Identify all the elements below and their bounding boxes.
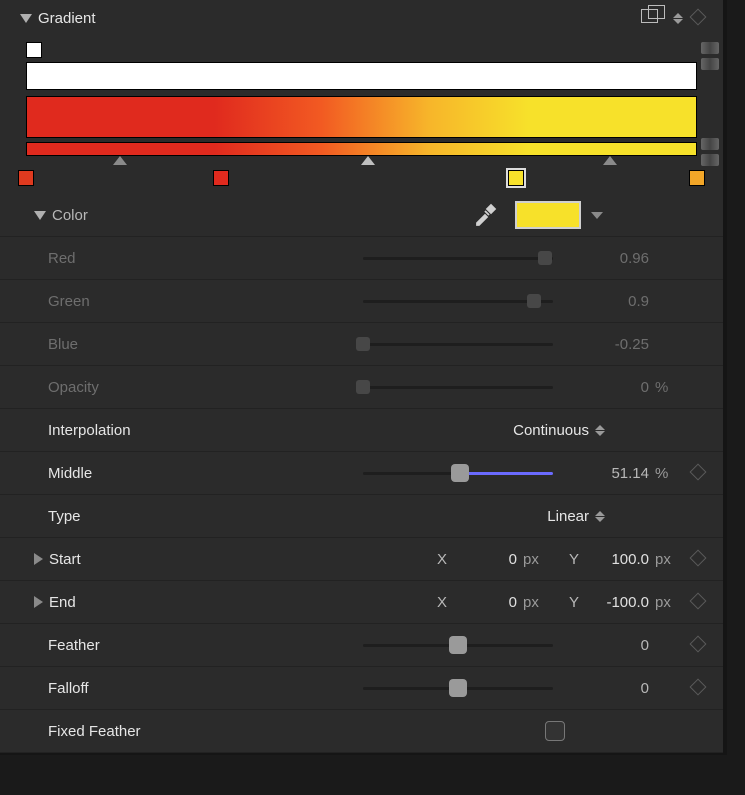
middle-row: Middle 51.14 % (0, 452, 723, 495)
interpolation-stepper-icon[interactable] (595, 425, 605, 436)
opacity-stop[interactable] (26, 42, 42, 58)
end-label: End (49, 594, 76, 611)
opacity-unit: % (649, 379, 683, 396)
fixed-feather-checkbox[interactable] (545, 721, 565, 741)
gradient-preview-bar[interactable] (26, 96, 697, 138)
blue-label: Blue (48, 336, 78, 353)
color-row: Color (0, 194, 723, 237)
falloff-row: Falloff 0 (0, 667, 723, 710)
end-row: End X 0 px Y -100.0 px (0, 581, 723, 624)
chevron-down-icon[interactable] (591, 212, 603, 219)
end-y-unit: px (649, 594, 683, 611)
keyframe-icon[interactable] (690, 592, 707, 609)
y-label: Y (569, 594, 593, 611)
opacity-bar[interactable] (26, 62, 697, 90)
color-stop[interactable] (213, 170, 229, 186)
preset-picker-icon[interactable] (641, 5, 667, 31)
start-label: Start (49, 551, 81, 568)
end-x-unit: px (517, 594, 551, 611)
color-stop[interactable] (689, 170, 705, 186)
keyframe-icon[interactable] (690, 635, 707, 652)
end-y-value[interactable]: -100.0 (593, 594, 649, 611)
preset-stepper-icon[interactable] (673, 13, 683, 24)
keyframe-icon[interactable] (690, 463, 707, 480)
opacity-label: Opacity (48, 379, 99, 396)
color-label: Color (52, 207, 88, 224)
start-x-value[interactable]: 0 (461, 551, 517, 568)
feather-label: Feather (48, 637, 100, 654)
start-row: Start X 0 px Y 100.0 px (0, 538, 723, 581)
start-y-value[interactable]: 100.0 (593, 551, 649, 568)
interpolation-row: Interpolation Continuous (0, 409, 723, 452)
color-reverse-button[interactable] (701, 138, 719, 150)
interpolation-label: Interpolation (48, 422, 131, 439)
opacity-value[interactable]: 0 (559, 379, 649, 396)
midpoint-handle[interactable] (113, 156, 127, 165)
middle-unit: % (649, 465, 683, 482)
opacity-stop-track[interactable] (26, 40, 697, 62)
disclosure-triangle-icon[interactable] (34, 553, 43, 565)
red-row: Red 0.96 (0, 237, 723, 280)
color-stop-track[interactable] (26, 168, 697, 190)
midpoint-handle[interactable] (361, 156, 375, 165)
eyedropper-icon[interactable] (473, 203, 497, 227)
x-label: X (437, 551, 461, 568)
fixed-feather-label: Fixed Feather (48, 723, 141, 740)
blue-row: Blue -0.25 (0, 323, 723, 366)
y-label: Y (569, 551, 593, 568)
middle-label: Middle (48, 465, 92, 482)
blue-slider[interactable] (363, 335, 553, 353)
opacity-reverse-button[interactable] (701, 42, 719, 54)
midpoint-handle[interactable] (603, 156, 617, 165)
middle-value[interactable]: 51.14 (559, 465, 649, 482)
red-value[interactable]: 0.96 (559, 250, 649, 267)
falloff-value[interactable]: 0 (559, 680, 649, 697)
disclosure-triangle-icon[interactable] (34, 596, 43, 608)
green-value[interactable]: 0.9 (559, 293, 649, 310)
opacity-slider[interactable] (363, 378, 553, 396)
green-slider[interactable] (363, 292, 553, 310)
midpoint-track[interactable] (26, 156, 697, 168)
type-stepper-icon[interactable] (595, 511, 605, 522)
falloff-label: Falloff (48, 680, 89, 697)
feather-value[interactable]: 0 (559, 637, 649, 654)
interpolation-value[interactable]: Continuous (513, 422, 589, 439)
feather-slider[interactable] (363, 636, 553, 654)
disclosure-triangle-icon[interactable] (34, 211, 46, 220)
keyframe-icon[interactable] (690, 678, 707, 695)
color-distribute-button[interactable] (701, 154, 719, 166)
feather-row: Feather 0 (0, 624, 723, 667)
keyframe-icon[interactable] (690, 8, 707, 25)
opacity-row: Opacity 0 % (0, 366, 723, 409)
green-row: Green 0.9 (0, 280, 723, 323)
red-slider[interactable] (363, 249, 553, 267)
color-stop[interactable] (508, 170, 524, 186)
color-swatch[interactable] (515, 201, 581, 229)
type-label: Type (48, 508, 81, 525)
gradient-editor (0, 36, 723, 194)
middle-slider[interactable] (363, 464, 553, 482)
blue-value[interactable]: -0.25 (559, 336, 649, 353)
falloff-slider[interactable] (363, 679, 553, 697)
fixed-feather-row: Fixed Feather (0, 710, 723, 753)
x-label: X (437, 594, 461, 611)
keyframe-icon[interactable] (690, 549, 707, 566)
green-label: Green (48, 293, 90, 310)
opacity-distribute-button[interactable] (701, 58, 719, 70)
section-title: Gradient (38, 10, 96, 27)
section-header-gradient[interactable]: Gradient (0, 0, 723, 36)
disclosure-triangle-icon[interactable] (20, 14, 32, 23)
gradient-thin-bar[interactable] (26, 142, 697, 156)
red-label: Red (48, 250, 76, 267)
color-stop[interactable] (18, 170, 34, 186)
type-row: Type Linear (0, 495, 723, 538)
end-x-value[interactable]: 0 (461, 594, 517, 611)
gradient-panel: Gradient (0, 0, 727, 755)
start-x-unit: px (517, 551, 551, 568)
type-value[interactable]: Linear (547, 508, 589, 525)
start-y-unit: px (649, 551, 683, 568)
